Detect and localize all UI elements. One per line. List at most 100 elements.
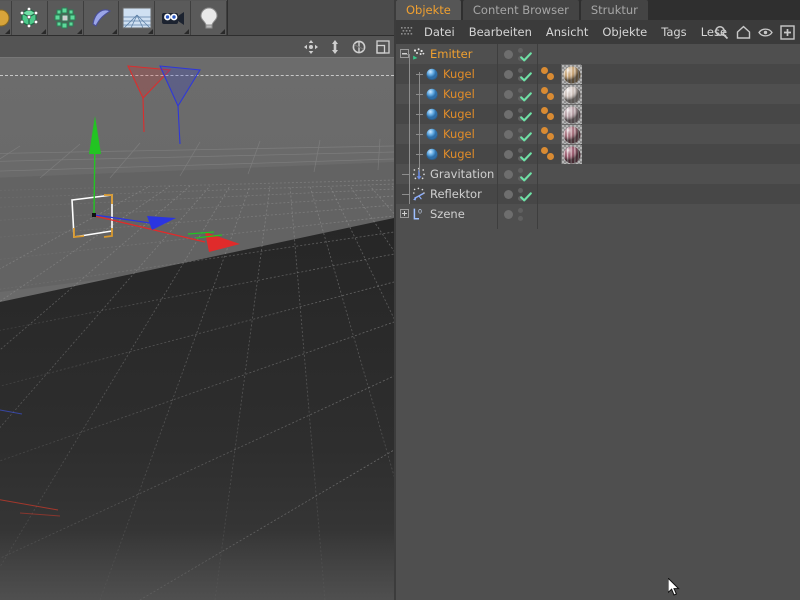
tab-struktur[interactable]: Struktur [580,0,648,20]
nurbs-tool-button[interactable] [83,0,120,35]
enable-dot[interactable] [504,109,513,119]
object-tree[interactable]: Emitter Kugel Kugel Kugel Kugel Kugel Gr… [396,44,800,600]
editor-visibility-dot[interactable] [518,207,523,213]
light-tool-button[interactable] [191,0,228,35]
enable-dot[interactable] [504,149,513,159]
camera-tool-button[interactable] [155,0,192,35]
tag-dot[interactable] [541,67,548,74]
search-icon[interactable] [713,24,729,40]
sphere-icon [425,127,439,141]
scene-floor-tool-button[interactable] [119,0,156,35]
pan-view-icon[interactable] [303,39,318,54]
3d-viewport[interactable] [0,58,394,600]
tag-group[interactable] [539,64,582,85]
enabled-checkmark[interactable] [520,168,532,182]
tag-dot[interactable] [547,93,554,100]
tree-row-name: Gravitation [430,167,495,181]
tree-row[interactable]: Emitter [396,44,800,64]
enable-dot[interactable] [504,169,513,179]
enable-dot[interactable] [504,69,513,79]
material-thumbnail[interactable] [561,144,582,165]
enabled-checkmark[interactable] [520,48,532,62]
tag-dot[interactable] [547,153,554,160]
tree-row[interactable]: Kugel [396,144,800,165]
panel-grip-icon[interactable] [401,26,414,38]
material-thumbnail[interactable] [561,124,582,145]
tag-dots[interactable] [541,67,557,81]
enabled-checkmark[interactable] [520,68,532,82]
tab-content-browser[interactable]: Content Browser [462,0,579,20]
tree-row[interactable]: Kugel [396,84,800,105]
tree-row[interactable]: Kugel [396,104,800,125]
material-thumbnail[interactable] [561,64,582,85]
eye-icon[interactable] [757,24,773,40]
tree-row-label-group[interactable]: Kugel [425,64,475,84]
tag-group[interactable] [539,84,582,105]
tag-dots[interactable] [541,147,557,161]
tag-dot[interactable] [547,113,554,120]
scene-icon: 0 [412,207,426,221]
enabled-checkmark[interactable] [520,128,532,142]
object-manager-menubar: Datei Bearbeiten Ansicht Objekte Tags Le… [396,20,800,44]
enable-dot[interactable] [504,89,513,99]
tag-dots[interactable] [541,87,557,101]
enable-dot[interactable] [504,209,513,219]
tree-column-divider-1 [497,44,498,229]
enable-dot[interactable] [504,129,513,139]
tag-group[interactable] [539,104,582,125]
tree-row[interactable]: 0 Szene [396,204,800,224]
tree-row-label-group[interactable]: Reflektor [412,184,482,204]
tree-row-name: Reflektor [430,187,482,201]
dolly-view-icon[interactable] [327,39,342,54]
tree-row[interactable]: Kugel [396,124,800,145]
tree-row-label-group[interactable]: Kugel [425,84,475,104]
tag-group[interactable] [539,144,582,165]
cube-primitive-tool-button[interactable] [11,0,48,35]
expand-button[interactable] [400,209,409,218]
tag-dot[interactable] [541,107,548,114]
tree-vertical-line-children [419,72,420,172]
undo-tool-button[interactable] [0,0,12,35]
tree-row[interactable]: Reflektor [396,184,800,204]
tab-objekte[interactable]: Objekte [396,0,461,20]
tree-row-label-group[interactable]: 0 Szene [412,204,465,224]
menu-bearbeiten[interactable]: Bearbeiten [462,25,539,39]
visibility-dots[interactable] [501,204,535,224]
home-icon[interactable] [735,24,751,40]
tree-column-divider-2 [537,44,538,229]
tag-dots[interactable] [541,127,557,141]
menu-ansicht[interactable]: Ansicht [539,25,595,39]
enabled-checkmark[interactable] [520,88,532,102]
tag-dot[interactable] [547,133,554,140]
tag-dot[interactable] [547,73,554,80]
tag-dot[interactable] [541,127,548,134]
material-thumbnail[interactable] [561,84,582,105]
material-thumbnail[interactable] [561,104,582,125]
tag-dot[interactable] [541,87,548,94]
tree-row[interactable]: Gravitation [396,164,800,184]
enabled-checkmark[interactable] [520,108,532,122]
add-icon[interactable] [779,24,795,40]
tree-row-label-group[interactable]: Kugel [425,124,475,144]
menu-datei[interactable]: Datei [417,25,462,39]
tag-group[interactable] [539,124,582,145]
menu-tags[interactable]: Tags [654,25,693,39]
maximize-view-icon[interactable] [375,39,390,54]
render-visibility-dot[interactable] [518,215,523,221]
tag-dot[interactable] [541,147,548,154]
enabled-checkmark[interactable] [520,148,532,162]
rotate-view-icon[interactable] [351,39,366,54]
object-toolbar [0,0,228,36]
menu-objekte[interactable]: Objekte [595,25,654,39]
enabled-checkmark[interactable] [520,188,532,202]
tree-row-label-group[interactable]: Emitter [412,44,473,64]
tag-dots[interactable] [541,107,557,121]
spline-group-tool-button[interactable] [47,0,84,35]
tree-row-label-group[interactable]: Kugel [425,144,475,164]
tree-row-label-group[interactable]: Gravitation [412,164,494,184]
tree-row-label-group[interactable]: Kugel [425,104,475,124]
enable-dot[interactable] [504,189,513,199]
object-manager-pane: Objekte Content Browser Struktur Datei B… [396,0,800,600]
tree-row[interactable]: Kugel [396,64,800,85]
enable-dot[interactable] [504,49,513,59]
